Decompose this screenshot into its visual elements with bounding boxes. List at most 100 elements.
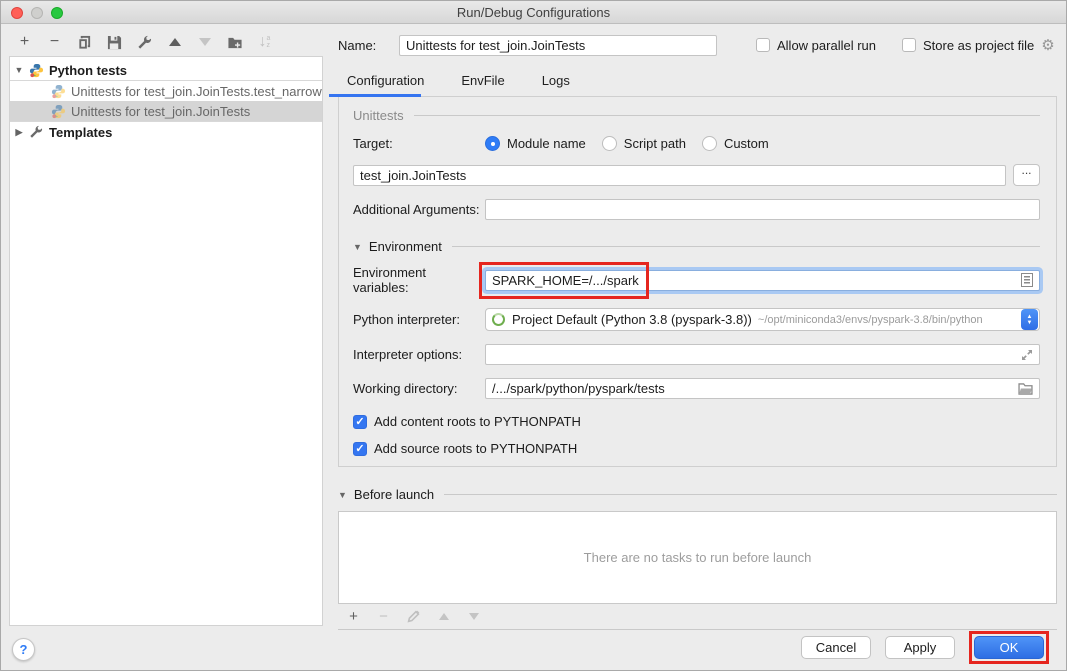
- collapse-triangle-icon[interactable]: ▼: [338, 490, 347, 500]
- sort-az-icon: ↓ az: [259, 34, 271, 50]
- target-label: Target:: [353, 136, 485, 151]
- sort-configurations-button[interactable]: ↓ az: [256, 34, 273, 51]
- collapse-triangle-icon[interactable]: ▼: [353, 242, 362, 252]
- content-roots-option[interactable]: ✓ Add content roots to PYTHONPATH: [353, 414, 1040, 429]
- module-name-input[interactable]: [353, 165, 1006, 186]
- check-icon: ✓: [355, 415, 364, 428]
- new-folder-button[interactable]: [226, 34, 243, 51]
- module-name-radio[interactable]: [485, 136, 500, 151]
- target-option-module-name[interactable]: Module name: [485, 136, 586, 151]
- browse-button[interactable]: ...: [1013, 164, 1040, 186]
- script-path-label: Script path: [624, 136, 686, 151]
- script-path-radio[interactable]: [602, 136, 617, 151]
- remove-configuration-button[interactable]: −: [46, 34, 63, 51]
- save-icon: [107, 35, 122, 50]
- content-roots-label: Add content roots to PYTHONPATH: [374, 414, 581, 429]
- gear-icon[interactable]: ⚙: [1041, 36, 1054, 54]
- before-launch-label: Before launch: [354, 487, 434, 502]
- move-down-button[interactable]: [196, 34, 213, 51]
- conda-environment-icon: [492, 313, 505, 326]
- interpreter-value: Project Default (Python 3.8 (pyspark-3.8…: [512, 312, 752, 327]
- move-down-icon: [469, 613, 479, 620]
- target-row: Target: Module name Script path Custom: [353, 136, 1040, 151]
- working-directory-input[interactable]: [485, 378, 1040, 399]
- additional-arguments-input[interactable]: [485, 199, 1040, 220]
- group-divider: [414, 115, 1040, 116]
- additional-arguments-label: Additional Arguments:: [353, 202, 485, 217]
- tree-item-templates[interactable]: ▶ Templates: [10, 122, 322, 142]
- environment-variables-row: Environment variables:: [353, 265, 1040, 295]
- combo-stepper-icon[interactable]: ▲▼: [1021, 309, 1038, 330]
- interpreter-options-fieldwrap: [485, 344, 1040, 365]
- move-up-icon: [169, 38, 181, 46]
- before-launch-header[interactable]: ▼ Before launch: [338, 487, 1057, 502]
- ok-button[interactable]: OK: [974, 636, 1044, 659]
- name-label: Name:: [338, 38, 399, 53]
- cancel-button[interactable]: Cancel: [801, 636, 871, 659]
- before-launch-empty-text: There are no tasks to run before launch: [584, 550, 812, 565]
- tree-item-unittests-jointests-selected[interactable]: Unittests for test_join.JoinTests: [10, 101, 322, 121]
- unittests-group-label: Unittests: [353, 108, 404, 123]
- move-task-down-button[interactable]: [465, 608, 482, 625]
- tab-envfile[interactable]: EnvFile: [452, 73, 513, 96]
- tree-item-unittests-narrow[interactable]: Unittests for test_join.JoinTests.test_n…: [10, 81, 322, 101]
- interpreter-options-input[interactable]: [485, 344, 1040, 365]
- apply-button[interactable]: Apply: [885, 636, 955, 659]
- remove-icon: −: [50, 34, 59, 50]
- store-as-project-file-checkbox[interactable]: [902, 38, 916, 52]
- store-as-project-file-label: Store as project file: [923, 38, 1034, 53]
- name-input[interactable]: [399, 35, 717, 56]
- move-task-up-button[interactable]: [435, 608, 452, 625]
- footer-buttons: Cancel Apply OK: [801, 631, 1049, 664]
- copy-icon: [77, 35, 92, 50]
- move-up-button[interactable]: [166, 34, 183, 51]
- remove-task-button[interactable]: −: [375, 608, 392, 625]
- add-task-button[interactable]: +: [345, 608, 362, 625]
- store-as-project-file-option[interactable]: Store as project file ⚙: [902, 36, 1055, 54]
- before-launch-section: ▼ Before launch There are no tasks to ru…: [338, 487, 1057, 630]
- folder-icon[interactable]: [1018, 383, 1033, 395]
- allow-parallel-run-option[interactable]: Allow parallel run: [756, 38, 876, 53]
- zoom-window-button[interactable]: [51, 7, 63, 19]
- edit-task-button[interactable]: [405, 608, 422, 625]
- tree-item-label: Templates: [49, 125, 112, 140]
- save-configuration-button[interactable]: [106, 34, 123, 51]
- configurations-tree: ▼ Python tests Unittests for test_join.J…: [9, 56, 323, 626]
- copy-configuration-button[interactable]: [76, 34, 93, 51]
- python-interpreter-select[interactable]: Project Default (Python 3.8 (pyspark-3.8…: [485, 308, 1040, 331]
- close-window-button[interactable]: [11, 7, 23, 19]
- before-launch-task-list[interactable]: There are no tasks to run before launch: [338, 511, 1057, 604]
- expand-field-icon[interactable]: [1021, 349, 1033, 361]
- source-roots-option[interactable]: ✓ Add source roots to PYTHONPATH: [353, 441, 1040, 456]
- edit-variables-icon[interactable]: [1021, 273, 1033, 287]
- collapse-triangle-icon[interactable]: ▼: [10, 65, 28, 75]
- pencil-icon: [407, 610, 420, 623]
- expand-triangle-icon[interactable]: ▶: [10, 127, 28, 138]
- edit-templates-button[interactable]: [136, 34, 153, 51]
- source-roots-checkbox[interactable]: ✓: [353, 442, 367, 456]
- working-directory-fieldwrap: [485, 378, 1040, 399]
- tab-configuration[interactable]: Configuration: [338, 73, 433, 96]
- move-down-icon: [199, 38, 211, 46]
- additional-arguments-row: Additional Arguments:: [353, 199, 1040, 220]
- add-icon: +: [20, 34, 29, 50]
- add-configuration-button[interactable]: +: [16, 34, 33, 51]
- allow-parallel-run-checkbox[interactable]: [756, 38, 770, 52]
- configuration-panel: Unittests Target: Module name Script pat…: [338, 96, 1057, 467]
- allow-parallel-run-label: Allow parallel run: [777, 38, 876, 53]
- custom-radio[interactable]: [702, 136, 717, 151]
- run-debug-configurations-dialog: Run/Debug Configurations + − ↓ az ▼: [0, 0, 1067, 671]
- tree-item-python-tests[interactable]: ▼ Python tests: [10, 60, 322, 80]
- tab-logs[interactable]: Logs: [533, 73, 579, 96]
- content-roots-checkbox[interactable]: ✓: [353, 415, 367, 429]
- add-icon: +: [349, 609, 358, 624]
- environment-variables-input[interactable]: [485, 270, 1040, 291]
- target-option-script-path[interactable]: Script path: [602, 136, 686, 151]
- minimize-window-button[interactable]: [31, 7, 43, 19]
- help-button[interactable]: ?: [12, 638, 35, 661]
- environment-section-label: Environment: [369, 239, 442, 254]
- configuration-editor: Name: Allow parallel run Store as projec…: [338, 29, 1057, 630]
- target-option-custom[interactable]: Custom: [702, 136, 769, 151]
- working-directory-label: Working directory:: [353, 381, 485, 396]
- environment-section-header[interactable]: ▼ Environment: [353, 239, 1040, 254]
